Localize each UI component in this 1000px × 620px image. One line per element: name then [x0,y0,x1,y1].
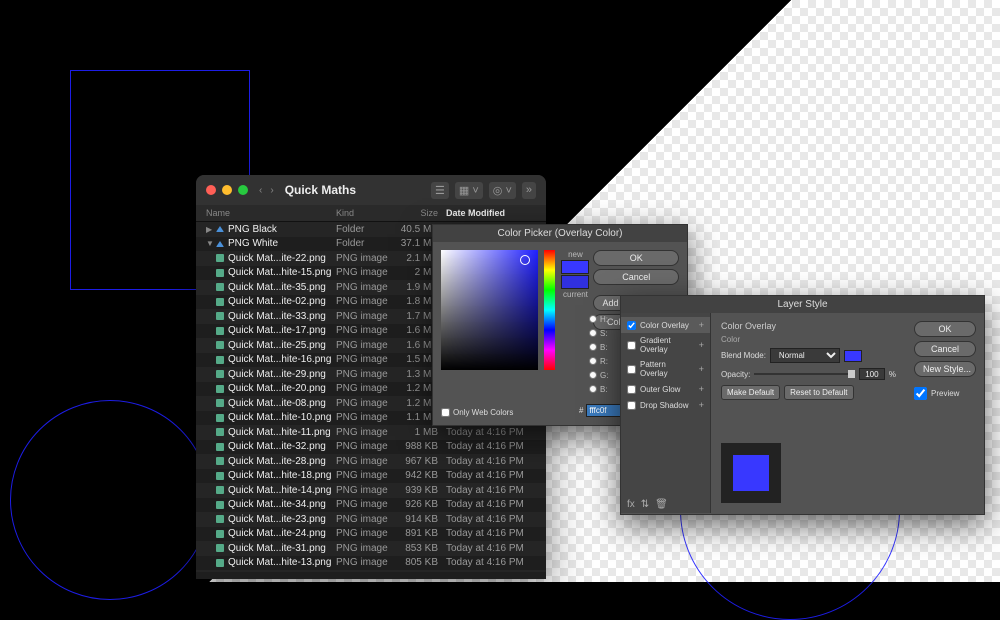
color-mode-radio[interactable] [589,315,597,323]
minimize-icon[interactable] [222,185,232,195]
effect-checkbox[interactable] [627,385,636,394]
effect-item[interactable]: Pattern Overlay+ [621,357,710,381]
file-row[interactable]: Quick Mat...ite-32.pngPNG image988 KBTod… [196,440,546,455]
file-row[interactable]: Quick Mat...ite-34.pngPNG image926 KBTod… [196,498,546,513]
preview-box [721,443,781,503]
effect-item[interactable]: Drop Shadow+ [621,397,710,413]
hue-slider[interactable] [544,250,555,370]
share-icon[interactable]: » [522,182,536,199]
window-title: Quick Maths [285,183,356,197]
file-row[interactable]: Quick Mat...hite-11.pngPNG image1 MBToda… [196,425,546,440]
dialog-title: Color Picker (Overlay Color) [433,225,687,242]
header-size[interactable]: Size [396,208,446,218]
trash-icon[interactable]: 🗑 [655,499,668,510]
header-kind[interactable]: Kind [336,208,396,218]
chevron-up-down-icon[interactable]: ⇅ [641,499,649,510]
effects-list: Color Overlay+Gradient Overlay+Pattern O… [621,313,711,513]
color-mode-radio[interactable] [589,329,597,337]
ok-button[interactable]: OK [593,250,679,266]
hex-label: # [579,406,583,415]
color-mode-radio[interactable] [589,385,597,393]
color-mode-radio[interactable] [589,357,597,365]
effect-item[interactable]: Outer Glow+ [621,381,710,397]
opacity-label: Opacity: [721,370,750,379]
plus-icon[interactable]: + [699,364,704,374]
preview-label: Preview [931,389,959,398]
new-label: new [568,250,583,259]
reset-default-button[interactable]: Reset to Default [784,385,853,400]
finder-toolbar: ‹ › Quick Maths ☰ ▦ ˅ ◎ ˅ » [196,175,546,205]
header-name[interactable]: Name [206,208,336,218]
preview-checkbox[interactable] [914,387,927,400]
plus-icon[interactable]: + [699,384,704,394]
section-title: Color Overlay [721,321,896,331]
header-date[interactable]: Date Modified [446,208,536,218]
effect-item[interactable]: Gradient Overlay+ [621,333,710,357]
maximize-icon[interactable] [238,185,248,195]
make-default-button[interactable]: Make Default [721,385,780,400]
opacity-unit: % [889,370,896,379]
ok-button[interactable]: OK [914,321,976,337]
blend-mode-select[interactable]: Normal [770,348,840,363]
file-row[interactable]: Quick Mat...hite-13.pngPNG image805 KBTo… [196,556,546,571]
file-row[interactable]: Quick Mat...hite-12.pngPNG image776 KBTo… [196,570,546,572]
decorative-blueprint [10,400,210,600]
cancel-button[interactable]: Cancel [593,269,679,285]
list-view-icon[interactable]: ☰ [431,182,449,199]
current-label: current [563,290,588,299]
overlay-color-swatch[interactable] [844,350,862,362]
opacity-slider[interactable] [754,373,855,375]
file-row[interactable]: Quick Mat...hite-14.pngPNG image939 KBTo… [196,483,546,498]
file-row[interactable]: Quick Mat...ite-28.pngPNG image967 KBTod… [196,454,546,469]
plus-icon[interactable]: + [699,320,704,330]
new-color-swatch [561,260,589,274]
effect-item[interactable]: Color Overlay+ [621,317,710,333]
only-web-colors-checkbox[interactable] [441,408,450,417]
close-icon[interactable] [206,185,216,195]
cancel-button[interactable]: Cancel [914,341,976,357]
layer-style-dialog: Layer Style Color Overlay+Gradient Overl… [620,295,985,515]
dialog-title: Layer Style [621,296,984,313]
column-headers[interactable]: Name Kind Size Date Modified [196,205,546,222]
forward-button[interactable]: › [267,185,276,196]
effect-checkbox[interactable] [627,341,636,350]
only-web-colors-label: Only Web Colors [453,408,513,417]
color-mode-radio[interactable] [589,371,597,379]
blend-mode-label: Blend Mode: [721,351,766,360]
group-icon[interactable]: ◎ ˅ [489,182,516,199]
file-row[interactable]: Quick Mat...ite-23.pngPNG image914 KBTod… [196,512,546,527]
plus-icon[interactable]: + [699,400,704,410]
file-row[interactable]: Quick Mat...hite-18.pngPNG image942 KBTo… [196,469,546,484]
grid-view-icon[interactable]: ▦ ˅ [455,182,483,199]
current-color-swatch [561,275,589,289]
file-row[interactable]: Quick Mat...ite-31.pngPNG image853 KBTod… [196,541,546,556]
section-sub: Color [721,335,896,344]
file-row[interactable]: Quick Mat...ite-24.pngPNG image891 KBTod… [196,527,546,542]
effect-checkbox[interactable] [627,401,636,410]
color-mode-radio[interactable] [589,343,597,351]
fx-icon[interactable]: fx [627,499,635,510]
effect-checkbox[interactable] [627,321,636,330]
back-button[interactable]: ‹ [256,185,265,196]
effect-checkbox[interactable] [627,365,636,374]
saturation-field[interactable] [441,250,538,370]
plus-icon[interactable]: + [699,340,704,350]
opacity-input[interactable] [859,368,885,380]
new-style-button[interactable]: New Style... [914,361,976,377]
